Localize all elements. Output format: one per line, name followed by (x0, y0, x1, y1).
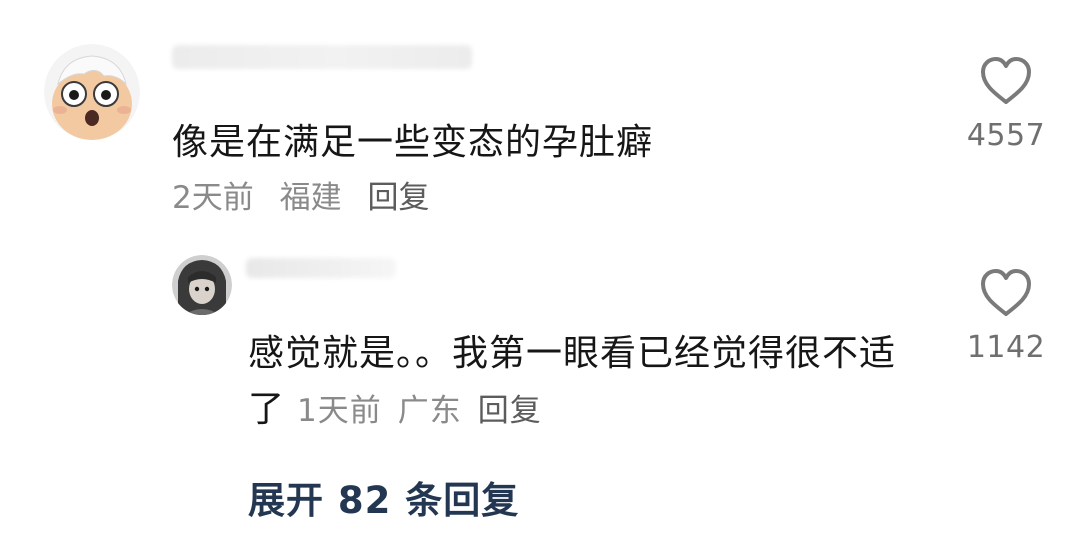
comment-thread: 像是在满足一些变态的孕肚癖 2天前 福建 回复 4557 感觉就是。。我第一眼看… (0, 0, 1080, 559)
comment-location: 福建 (279, 180, 342, 216)
commenter-avatar[interactable] (44, 44, 140, 140)
comment-like-count: 4557 (966, 118, 1046, 153)
comment-text: 像是在满足一些变态的孕肚癖 (172, 122, 654, 163)
reply-time: 1天前 (297, 393, 382, 429)
cartoon-face-icon (44, 44, 140, 140)
reply-reply-button[interactable]: 回复 (478, 393, 542, 429)
comment-meta: 2天前 福建 回复 (172, 178, 429, 218)
comment-time: 2天前 (172, 180, 254, 216)
dark-hair-avatar-icon (172, 255, 232, 315)
reply-meta: 1天前 广东 回复 (297, 393, 542, 429)
replier-avatar[interactable] (172, 255, 232, 315)
expand-replies-button[interactable]: 展开 82 条回复 (248, 470, 519, 524)
heart-outline-icon[interactable] (979, 56, 1033, 106)
comment-like[interactable]: 4557 (951, 56, 1061, 153)
reply-location: 广东 (397, 393, 462, 429)
reply-text-block: 感觉就是。。我第一眼看已经觉得很不适了 1天前 广东 回复 (248, 326, 908, 439)
comment-reply-button[interactable]: 回复 (367, 180, 429, 216)
reply-like[interactable]: 1142 (951, 268, 1061, 365)
commenter-username-redacted[interactable] (172, 45, 472, 69)
reply-like-count: 1142 (966, 330, 1046, 365)
replier-username-redacted[interactable] (246, 258, 396, 278)
heart-outline-icon[interactable] (979, 268, 1033, 318)
